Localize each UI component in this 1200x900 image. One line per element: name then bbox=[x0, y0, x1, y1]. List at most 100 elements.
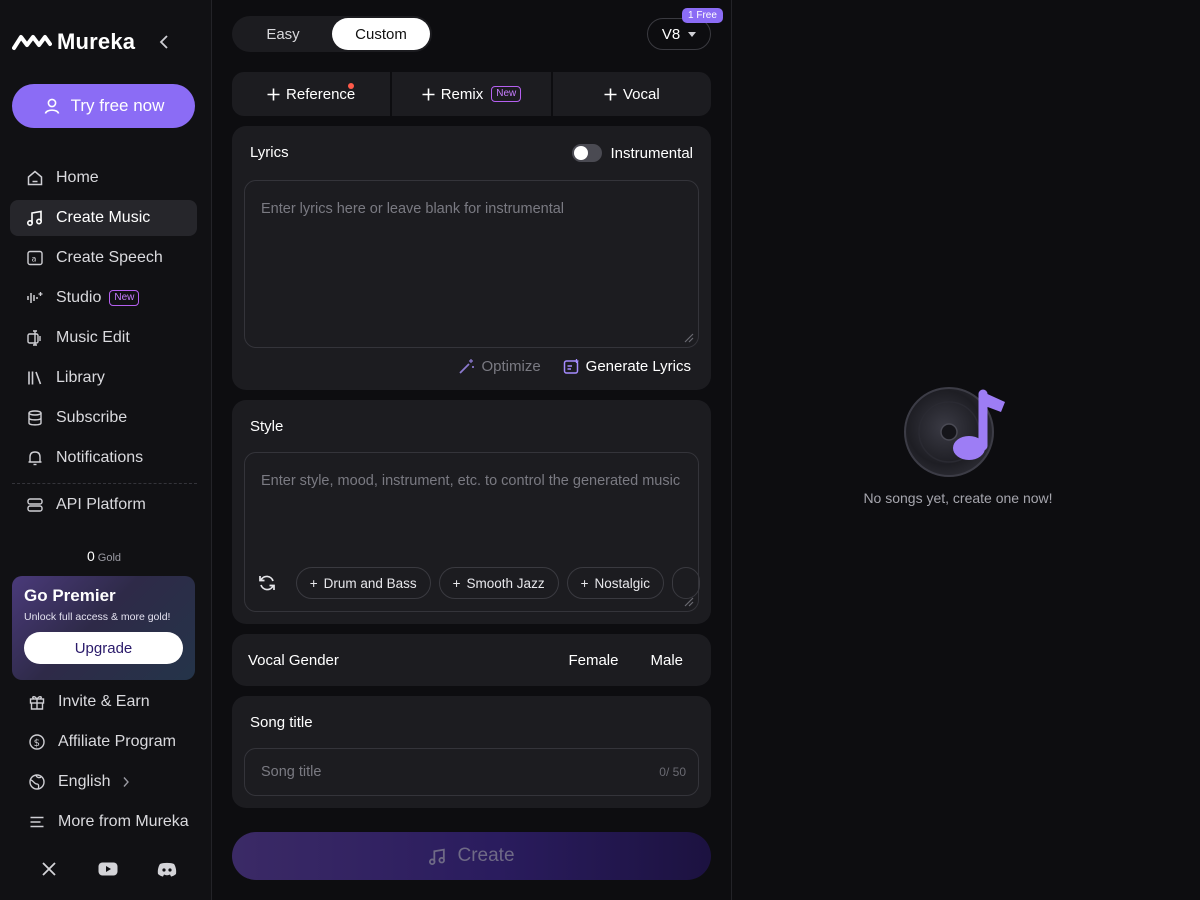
chevron-right-icon bbox=[122, 776, 130, 788]
lyrics-title: Lyrics bbox=[250, 144, 289, 161]
lyrics-placeholder: Enter lyrics here or leave blank for ins… bbox=[261, 201, 565, 217]
music-edit-icon bbox=[26, 329, 44, 347]
nav-studio-label: Studio bbox=[56, 289, 102, 306]
female-option[interactable]: Female bbox=[568, 652, 618, 669]
generate-lyrics-label: Generate Lyrics bbox=[585, 358, 691, 375]
music-note-icon bbox=[26, 209, 44, 227]
api-nav: API Platform bbox=[10, 487, 197, 527]
discord-icon[interactable] bbox=[156, 858, 178, 880]
mode-custom-button[interactable]: Custom bbox=[332, 18, 430, 50]
plus-icon bbox=[267, 88, 280, 100]
nav-create-speech-label: Create Speech bbox=[56, 249, 163, 266]
style-chip[interactable]: + Drum and Bass bbox=[295, 567, 431, 599]
instrumental-switch[interactable] bbox=[572, 144, 603, 162]
user-icon bbox=[44, 98, 59, 114]
premier-title: Go Premier bbox=[24, 586, 116, 605]
nav-invite-earn[interactable]: Invite & Earn bbox=[12, 684, 202, 720]
lyrics-input[interactable]: Enter lyrics here or leave blank for ins… bbox=[244, 180, 699, 348]
bell-icon bbox=[26, 449, 44, 467]
nav-language-label: English bbox=[58, 773, 111, 790]
song-title-heading: Song title bbox=[250, 714, 313, 731]
vocal-gender-title: Vocal Gender bbox=[248, 652, 339, 669]
mode-easy-button[interactable]: Easy bbox=[234, 18, 332, 50]
nav-music-edit[interactable]: Music Edit bbox=[10, 320, 197, 356]
api-icon bbox=[26, 496, 44, 514]
secondary-nav: Invite & Earn $ Affiliate Program Englis… bbox=[12, 684, 202, 844]
home-icon bbox=[26, 169, 44, 187]
speech-icon: a bbox=[26, 249, 44, 267]
nav-divider bbox=[12, 483, 197, 484]
song-title-card: Song title Song title 0/ 50 bbox=[232, 696, 711, 808]
youtube-icon[interactable] bbox=[97, 858, 119, 880]
chip-label: Nostalgic bbox=[594, 575, 650, 591]
music-note-icon bbox=[429, 848, 446, 865]
premier-card: Go Premier Unlock full access & more gol… bbox=[12, 576, 195, 680]
results-panel: No songs yet, create one now! bbox=[733, 0, 1200, 900]
upgrade-button[interactable]: Upgrade bbox=[24, 632, 183, 664]
resize-handle-icon[interactable] bbox=[682, 331, 694, 343]
nav-affiliate[interactable]: $ Affiliate Program bbox=[12, 724, 202, 760]
instrumental-label: Instrumental bbox=[610, 144, 693, 162]
nav-subscribe-label: Subscribe bbox=[56, 409, 128, 426]
gift-icon bbox=[28, 693, 46, 711]
create-button[interactable]: Create bbox=[232, 832, 711, 880]
plus-icon: + bbox=[580, 575, 589, 591]
nav-create-music-label: Create Music bbox=[56, 209, 151, 226]
caret-down-icon bbox=[688, 31, 697, 37]
empty-state-text: No songs yet, create one now! bbox=[863, 490, 1053, 506]
nav-create-music[interactable]: Create Music bbox=[10, 200, 197, 236]
vinyl-music-icon bbox=[904, 387, 1005, 477]
mureka-logo-icon bbox=[12, 35, 52, 50]
nav-home[interactable]: Home bbox=[10, 160, 197, 196]
nav-api-platform[interactable]: API Platform bbox=[10, 487, 197, 523]
x-icon[interactable] bbox=[38, 858, 60, 880]
plus-icon: + bbox=[452, 575, 461, 591]
optimize-button[interactable]: Optimize bbox=[458, 358, 541, 375]
globe-icon bbox=[28, 773, 46, 791]
song-title-input[interactable]: Song title 0/ 50 bbox=[244, 748, 699, 796]
gold-label: Gold bbox=[97, 552, 122, 564]
remix-button[interactable]: Remix New bbox=[392, 72, 551, 116]
mode-toggle: Easy Custom bbox=[232, 16, 432, 52]
nav-library-label: Library bbox=[56, 369, 105, 386]
chip-label: Drum and Bass bbox=[323, 575, 417, 591]
vocal-button[interactable]: Vocal bbox=[552, 72, 711, 116]
nav-music-edit-label: Music Edit bbox=[56, 329, 130, 346]
nav-api-platform-label: API Platform bbox=[56, 496, 146, 513]
studio-icon bbox=[26, 289, 44, 307]
main-nav: Home Create Music a Create Speech Studio… bbox=[10, 160, 197, 480]
collapse-sidebar-icon[interactable] bbox=[154, 32, 174, 52]
refresh-icon[interactable] bbox=[254, 568, 280, 598]
free-badge: 1 Free bbox=[682, 8, 723, 23]
generate-lyrics-button[interactable]: Generate Lyrics bbox=[563, 358, 691, 375]
studio-new-badge: New bbox=[109, 290, 140, 306]
style-chip-partial[interactable] bbox=[672, 567, 700, 599]
optimize-label: Optimize bbox=[481, 358, 541, 375]
nav-more-from-mureka[interactable]: More from Mureka bbox=[12, 804, 202, 840]
premier-subtitle: Unlock full access & more gold! bbox=[24, 611, 171, 623]
nav-create-speech[interactable]: a Create Speech bbox=[10, 240, 197, 276]
gold-balance: 0 Gold bbox=[0, 548, 208, 564]
brand-logo[interactable]: Mureka bbox=[12, 28, 202, 56]
style-placeholder: Enter style, mood, instrument, etc. to c… bbox=[261, 473, 681, 489]
male-option[interactable]: Male bbox=[650, 652, 683, 669]
nav-language[interactable]: English bbox=[12, 764, 202, 800]
nav-notifications[interactable]: Notifications bbox=[10, 440, 197, 476]
library-icon bbox=[26, 369, 44, 387]
nav-more-label: More from Mureka bbox=[58, 813, 189, 830]
reference-button[interactable]: Reference bbox=[232, 72, 391, 116]
nav-studio[interactable]: Studio New bbox=[10, 280, 197, 316]
nav-subscribe[interactable]: Subscribe bbox=[10, 400, 197, 436]
plus-icon bbox=[422, 88, 435, 100]
nav-library[interactable]: Library bbox=[10, 360, 197, 396]
style-chip[interactable]: + Smooth Jazz bbox=[438, 567, 559, 599]
create-form: Easy Custom V8 1 Free Reference Remix Ne… bbox=[212, 0, 732, 900]
plus-icon: + bbox=[309, 575, 318, 591]
style-chip[interactable]: + Nostalgic bbox=[566, 567, 664, 599]
style-card: Style Enter style, mood, instrument, etc… bbox=[232, 400, 711, 624]
nav-invite-earn-label: Invite & Earn bbox=[58, 693, 150, 710]
notification-dot bbox=[348, 83, 354, 89]
remix-new-badge: New bbox=[491, 86, 522, 102]
try-free-button[interactable]: Try free now bbox=[12, 84, 195, 128]
lyrics-card: Lyrics Instrumental Enter lyrics here or… bbox=[232, 126, 711, 390]
